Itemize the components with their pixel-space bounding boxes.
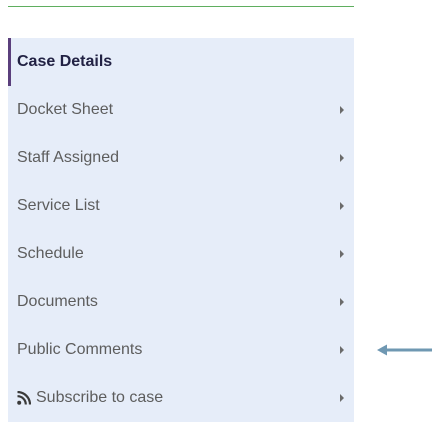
menu-item-docket-sheet[interactable]: Docket Sheet bbox=[8, 86, 354, 134]
menu-item-label: Service List bbox=[17, 197, 100, 214]
left-arrow-icon bbox=[377, 344, 432, 356]
case-sidebar-menu: Case Details Docket Sheet Staff Assigned… bbox=[8, 38, 354, 422]
menu-item-label: Docket Sheet bbox=[17, 101, 114, 118]
caret-right-icon bbox=[340, 202, 344, 210]
caret-right-icon bbox=[340, 250, 344, 258]
menu-item-case-details[interactable]: Case Details bbox=[8, 38, 354, 86]
menu-item-label: Case Details bbox=[17, 53, 113, 70]
menu-item-label: Documents bbox=[17, 293, 98, 310]
section-divider bbox=[8, 6, 354, 7]
caret-right-icon bbox=[340, 346, 344, 354]
menu-item-subscribe-to-case[interactable]: Subscribe to case bbox=[8, 374, 354, 422]
menu-item-label: Public Comments bbox=[17, 341, 143, 358]
rss-icon bbox=[17, 391, 31, 405]
menu-item-documents[interactable]: Documents bbox=[8, 278, 354, 326]
menu-item-staff-assigned[interactable]: Staff Assigned bbox=[8, 134, 354, 182]
menu-item-label: Staff Assigned bbox=[17, 149, 119, 166]
menu-item-public-comments[interactable]: Public Comments bbox=[8, 326, 354, 374]
menu-item-label: Schedule bbox=[17, 245, 84, 262]
caret-right-icon bbox=[340, 394, 344, 402]
menu-item-schedule[interactable]: Schedule bbox=[8, 230, 354, 278]
menu-item-service-list[interactable]: Service List bbox=[8, 182, 354, 230]
caret-right-icon bbox=[340, 298, 344, 306]
menu-item-label: Subscribe to case bbox=[36, 389, 164, 406]
caret-right-icon bbox=[340, 106, 344, 114]
caret-right-icon bbox=[340, 154, 344, 162]
